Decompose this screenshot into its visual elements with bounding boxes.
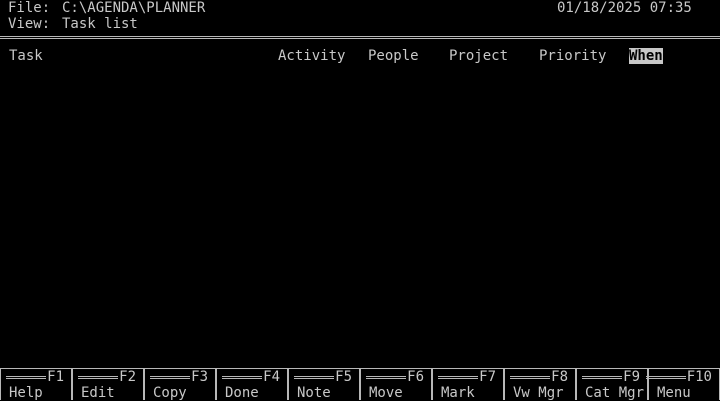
fkey-f3-button[interactable]: F3 Copy xyxy=(144,368,216,401)
fkey-f1-button[interactable]: F1 Help xyxy=(0,368,72,401)
function-key-bar: F1 Help F2 Edit F3 Copy F4 Done F5 Note F6 Move F7 Ma… xyxy=(0,368,720,401)
fkey-number: F1 xyxy=(6,369,65,385)
column-when[interactable]: When xyxy=(629,48,663,64)
fkey-label: Help xyxy=(9,385,43,401)
task-list-area[interactable] xyxy=(0,66,720,366)
fkey-number: F9 xyxy=(582,369,641,385)
fkey-label: Vw Mgr xyxy=(513,385,564,401)
fkey-number: F6 xyxy=(366,369,425,385)
fkey-f8-button[interactable]: F8 Vw Mgr xyxy=(504,368,576,401)
fkey-f4-button[interactable]: F4 Done xyxy=(216,368,288,401)
fkey-label: Cat Mgr xyxy=(585,385,645,401)
fkey-f7-button[interactable]: F7 Mark xyxy=(432,368,504,401)
fkey-label: Move xyxy=(369,385,403,401)
file-label: File: xyxy=(8,0,51,16)
fkey-label: Edit xyxy=(81,385,115,401)
fkey-f9-button[interactable]: F9 Cat Mgr xyxy=(576,368,648,401)
column-priority[interactable]: Priority xyxy=(539,48,606,64)
fkey-label: Done xyxy=(225,385,259,401)
fkey-number: F7 xyxy=(438,369,497,385)
fkey-f2-button[interactable]: F2 Edit xyxy=(72,368,144,401)
fkey-number: F8 xyxy=(510,369,569,385)
column-project[interactable]: Project xyxy=(449,48,508,64)
fkey-label: Menu xyxy=(657,385,691,401)
fkey-number: F4 xyxy=(222,369,281,385)
fkey-number: F3 xyxy=(150,369,209,385)
column-activity[interactable]: Activity xyxy=(278,48,345,64)
fkey-f6-button[interactable]: F6 Move xyxy=(360,368,432,401)
fkey-label: Mark xyxy=(441,385,475,401)
fkey-number: F10 xyxy=(645,369,713,385)
fkey-f10-button[interactable]: F10 Menu xyxy=(645,368,720,401)
view-name: Task list xyxy=(62,16,138,32)
file-path: C:\AGENDA\PLANNER xyxy=(62,0,206,16)
header-divider xyxy=(0,36,720,39)
column-people[interactable]: People xyxy=(368,48,419,64)
fkey-label: Copy xyxy=(153,385,187,401)
fkey-number: F2 xyxy=(78,369,137,385)
date-time: 01/18/2025 07:35 xyxy=(557,0,692,16)
fkey-f5-button[interactable]: F5 Note xyxy=(288,368,360,401)
view-label: View: xyxy=(8,16,51,32)
fkey-label: Note xyxy=(297,385,331,401)
column-task[interactable]: Task xyxy=(9,48,43,64)
fkey-number: F5 xyxy=(294,369,353,385)
